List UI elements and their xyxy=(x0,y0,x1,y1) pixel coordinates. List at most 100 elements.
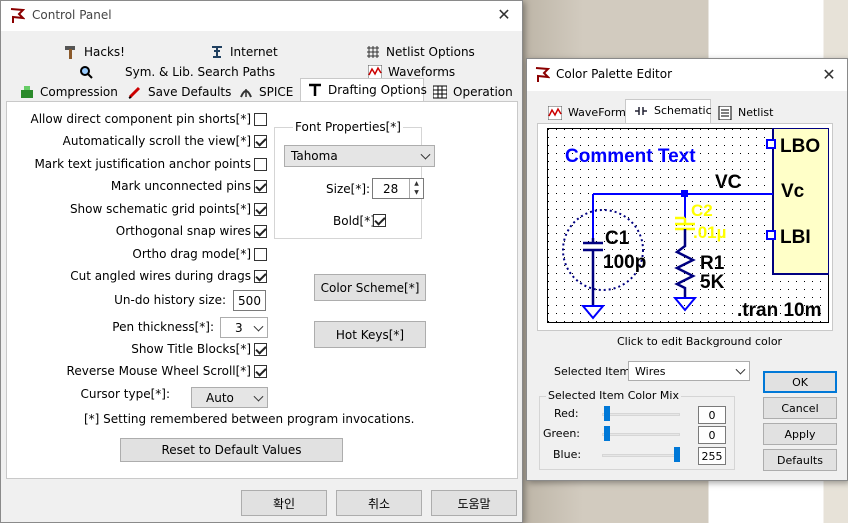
checkbox-auto-scroll[interactable] xyxy=(254,135,267,148)
control-panel-title: Control Panel xyxy=(32,8,112,22)
footnote-text: [*] Setting remembered between program i… xyxy=(84,412,415,426)
tab-search-paths[interactable]: Sym. & Lib. Search Paths xyxy=(74,62,279,81)
selected-item-value: Wires xyxy=(635,364,666,378)
chevron-down-icon xyxy=(420,149,431,160)
tab-operation[interactable]: Operation xyxy=(428,82,517,101)
ok-button[interactable]: 확인 xyxy=(241,490,327,516)
network-icon xyxy=(209,44,225,60)
c1-label: C1 xyxy=(605,228,630,249)
comment-text: Comment Text xyxy=(565,146,696,167)
pin-lbo-label: LBO xyxy=(780,136,820,157)
pen-thickness-value: 3 xyxy=(235,320,243,335)
close-icon[interactable]: ✕ xyxy=(819,65,839,84)
color-mix-title: Selected Item Color Mix xyxy=(546,389,681,402)
color-scheme-button[interactable]: Color Scheme[*] xyxy=(314,274,426,301)
palette-title: Color Palette Editor xyxy=(556,67,673,81)
blue-input[interactable]: 255 xyxy=(698,447,726,465)
tab-schematic[interactable]: Schematic xyxy=(629,101,716,120)
tab-netlist-options-label: Netlist Options xyxy=(386,44,475,59)
spice-icon xyxy=(238,84,254,100)
green-slider[interactable] xyxy=(602,425,680,443)
undo-history-input[interactable]: 500 xyxy=(233,290,266,311)
reset-defaults-button[interactable]: Reset to Default Values xyxy=(120,438,343,462)
blue-slider[interactable] xyxy=(602,446,680,464)
control-panel-titlebar[interactable]: Control Panel ✕ xyxy=(1,1,522,31)
help-button-label: 도움말 xyxy=(457,496,491,511)
color-palette-dialog: Color Palette Editor ✕ WaveForm Schemati… xyxy=(526,58,848,481)
checkbox-unconnected[interactable] xyxy=(254,180,267,193)
tab-netlist[interactable]: Netlist xyxy=(713,103,777,122)
palette-ok-button[interactable]: OK xyxy=(763,371,837,393)
tab-internet[interactable]: Internet xyxy=(205,42,282,61)
font-properties-title: Font Properties[*] xyxy=(293,120,403,134)
reset-defaults-label: Reset to Default Values xyxy=(161,443,302,457)
red-slider[interactable] xyxy=(602,405,680,423)
font-size-input[interactable]: 28 ▲ ▼ xyxy=(372,178,424,199)
tab-netlist-options[interactable]: Netlist Options xyxy=(361,42,479,61)
option-label-ortho-drag: Ortho drag mode[*] xyxy=(132,247,251,261)
font-size-label: Size[*]: xyxy=(326,182,371,196)
tab-spice-label: SPICE xyxy=(259,84,294,99)
selected-item-select[interactable]: Wires xyxy=(628,361,750,381)
tab-hacks-label: Hacks! xyxy=(84,44,125,59)
magnifier-icon xyxy=(78,64,94,80)
blue-value: 255 xyxy=(701,449,723,463)
ok-button-label: 확인 xyxy=(272,496,296,511)
checkbox-reverse-wheel[interactable] xyxy=(254,365,267,378)
cursor-type-select[interactable]: Auto xyxy=(191,387,268,408)
pin-lbo-marker xyxy=(766,139,776,149)
checkbox-ortho-snap[interactable] xyxy=(254,225,267,238)
cancel-button-label: 취소 xyxy=(367,496,391,511)
control-panel-dialog: Control Panel ✕ Hacks! Internet Netlist … xyxy=(0,0,523,523)
tab-drafting-options[interactable]: Drafting Options xyxy=(303,80,431,99)
checkbox-grid-points[interactable] xyxy=(254,203,267,216)
preview-hint: Click to edit Background color xyxy=(617,335,783,348)
checkbox-show-title-blocks[interactable] xyxy=(254,343,267,356)
tab-waveforms-label: Waveforms xyxy=(388,64,456,79)
cursor-type-value: Auto xyxy=(206,390,234,405)
close-icon[interactable]: ✕ xyxy=(494,5,514,24)
tab-save-defaults[interactable]: Save Defaults xyxy=(123,82,235,101)
spin-buttons[interactable]: ▲ ▼ xyxy=(409,179,423,198)
tab-spice[interactable]: SPICE xyxy=(234,82,297,101)
checkbox-ortho-drag[interactable] xyxy=(254,248,267,261)
checkbox-bold[interactable] xyxy=(373,214,386,227)
vc-net-label: VC xyxy=(715,172,742,193)
blue-slider-thumb[interactable] xyxy=(674,447,680,462)
palette-cancel-button[interactable]: Cancel xyxy=(763,397,837,419)
palette-defaults-button[interactable]: Defaults xyxy=(763,449,837,471)
hot-keys-button[interactable]: Hot Keys[*] xyxy=(314,321,426,348)
pen-thickness-select[interactable]: 3 xyxy=(220,317,268,338)
font-family-select[interactable]: Tahoma xyxy=(284,145,435,167)
font-family-value: Tahoma xyxy=(291,149,338,163)
c2-value: .01µ xyxy=(693,223,726,242)
tab-compression[interactable]: Compression xyxy=(15,82,122,101)
green-slider-thumb[interactable] xyxy=(604,426,610,441)
chevron-down-icon xyxy=(253,321,264,332)
help-button[interactable]: 도움말 xyxy=(431,490,517,516)
ltspice-app-icon xyxy=(10,8,25,23)
palette-titlebar[interactable]: Color Palette Editor ✕ xyxy=(527,59,847,91)
checkbox-justification[interactable] xyxy=(254,158,267,171)
tab-waveform[interactable]: WaveForm xyxy=(543,103,630,122)
schematic-icon xyxy=(633,103,649,119)
option-label-grid-points: Show schematic grid points[*] xyxy=(69,202,251,216)
checkbox-cut-angled[interactable] xyxy=(254,270,267,283)
green-input[interactable]: 0 xyxy=(698,426,726,444)
green-value: 0 xyxy=(708,428,716,442)
tab-hacks[interactable]: Hacks! xyxy=(59,42,129,61)
red-input[interactable]: 0 xyxy=(698,406,726,424)
pin-vc-label: Vc xyxy=(781,181,805,202)
ltspice-app-icon xyxy=(535,67,550,82)
font-properties-group: Font Properties[*] Tahoma Size[*]: 28 ▲ ▼… xyxy=(274,120,435,239)
palette-apply-button[interactable]: Apply xyxy=(763,423,837,445)
selected-item-label: Selected Item: xyxy=(554,365,634,378)
blue-label: Blue: xyxy=(553,448,582,461)
bold-label: Bold[*] xyxy=(333,214,375,228)
font-size-value: 28 xyxy=(383,181,399,196)
schematic-preview[interactable]: LBO Vc LBI Comment Text VC C1 100p C2 .0… xyxy=(547,128,829,323)
cancel-button[interactable]: 취소 xyxy=(336,490,422,516)
color-scheme-label: Color Scheme[*] xyxy=(320,280,420,295)
checkbox-direct-shorts[interactable] xyxy=(254,113,267,126)
red-slider-thumb[interactable] xyxy=(604,406,610,421)
